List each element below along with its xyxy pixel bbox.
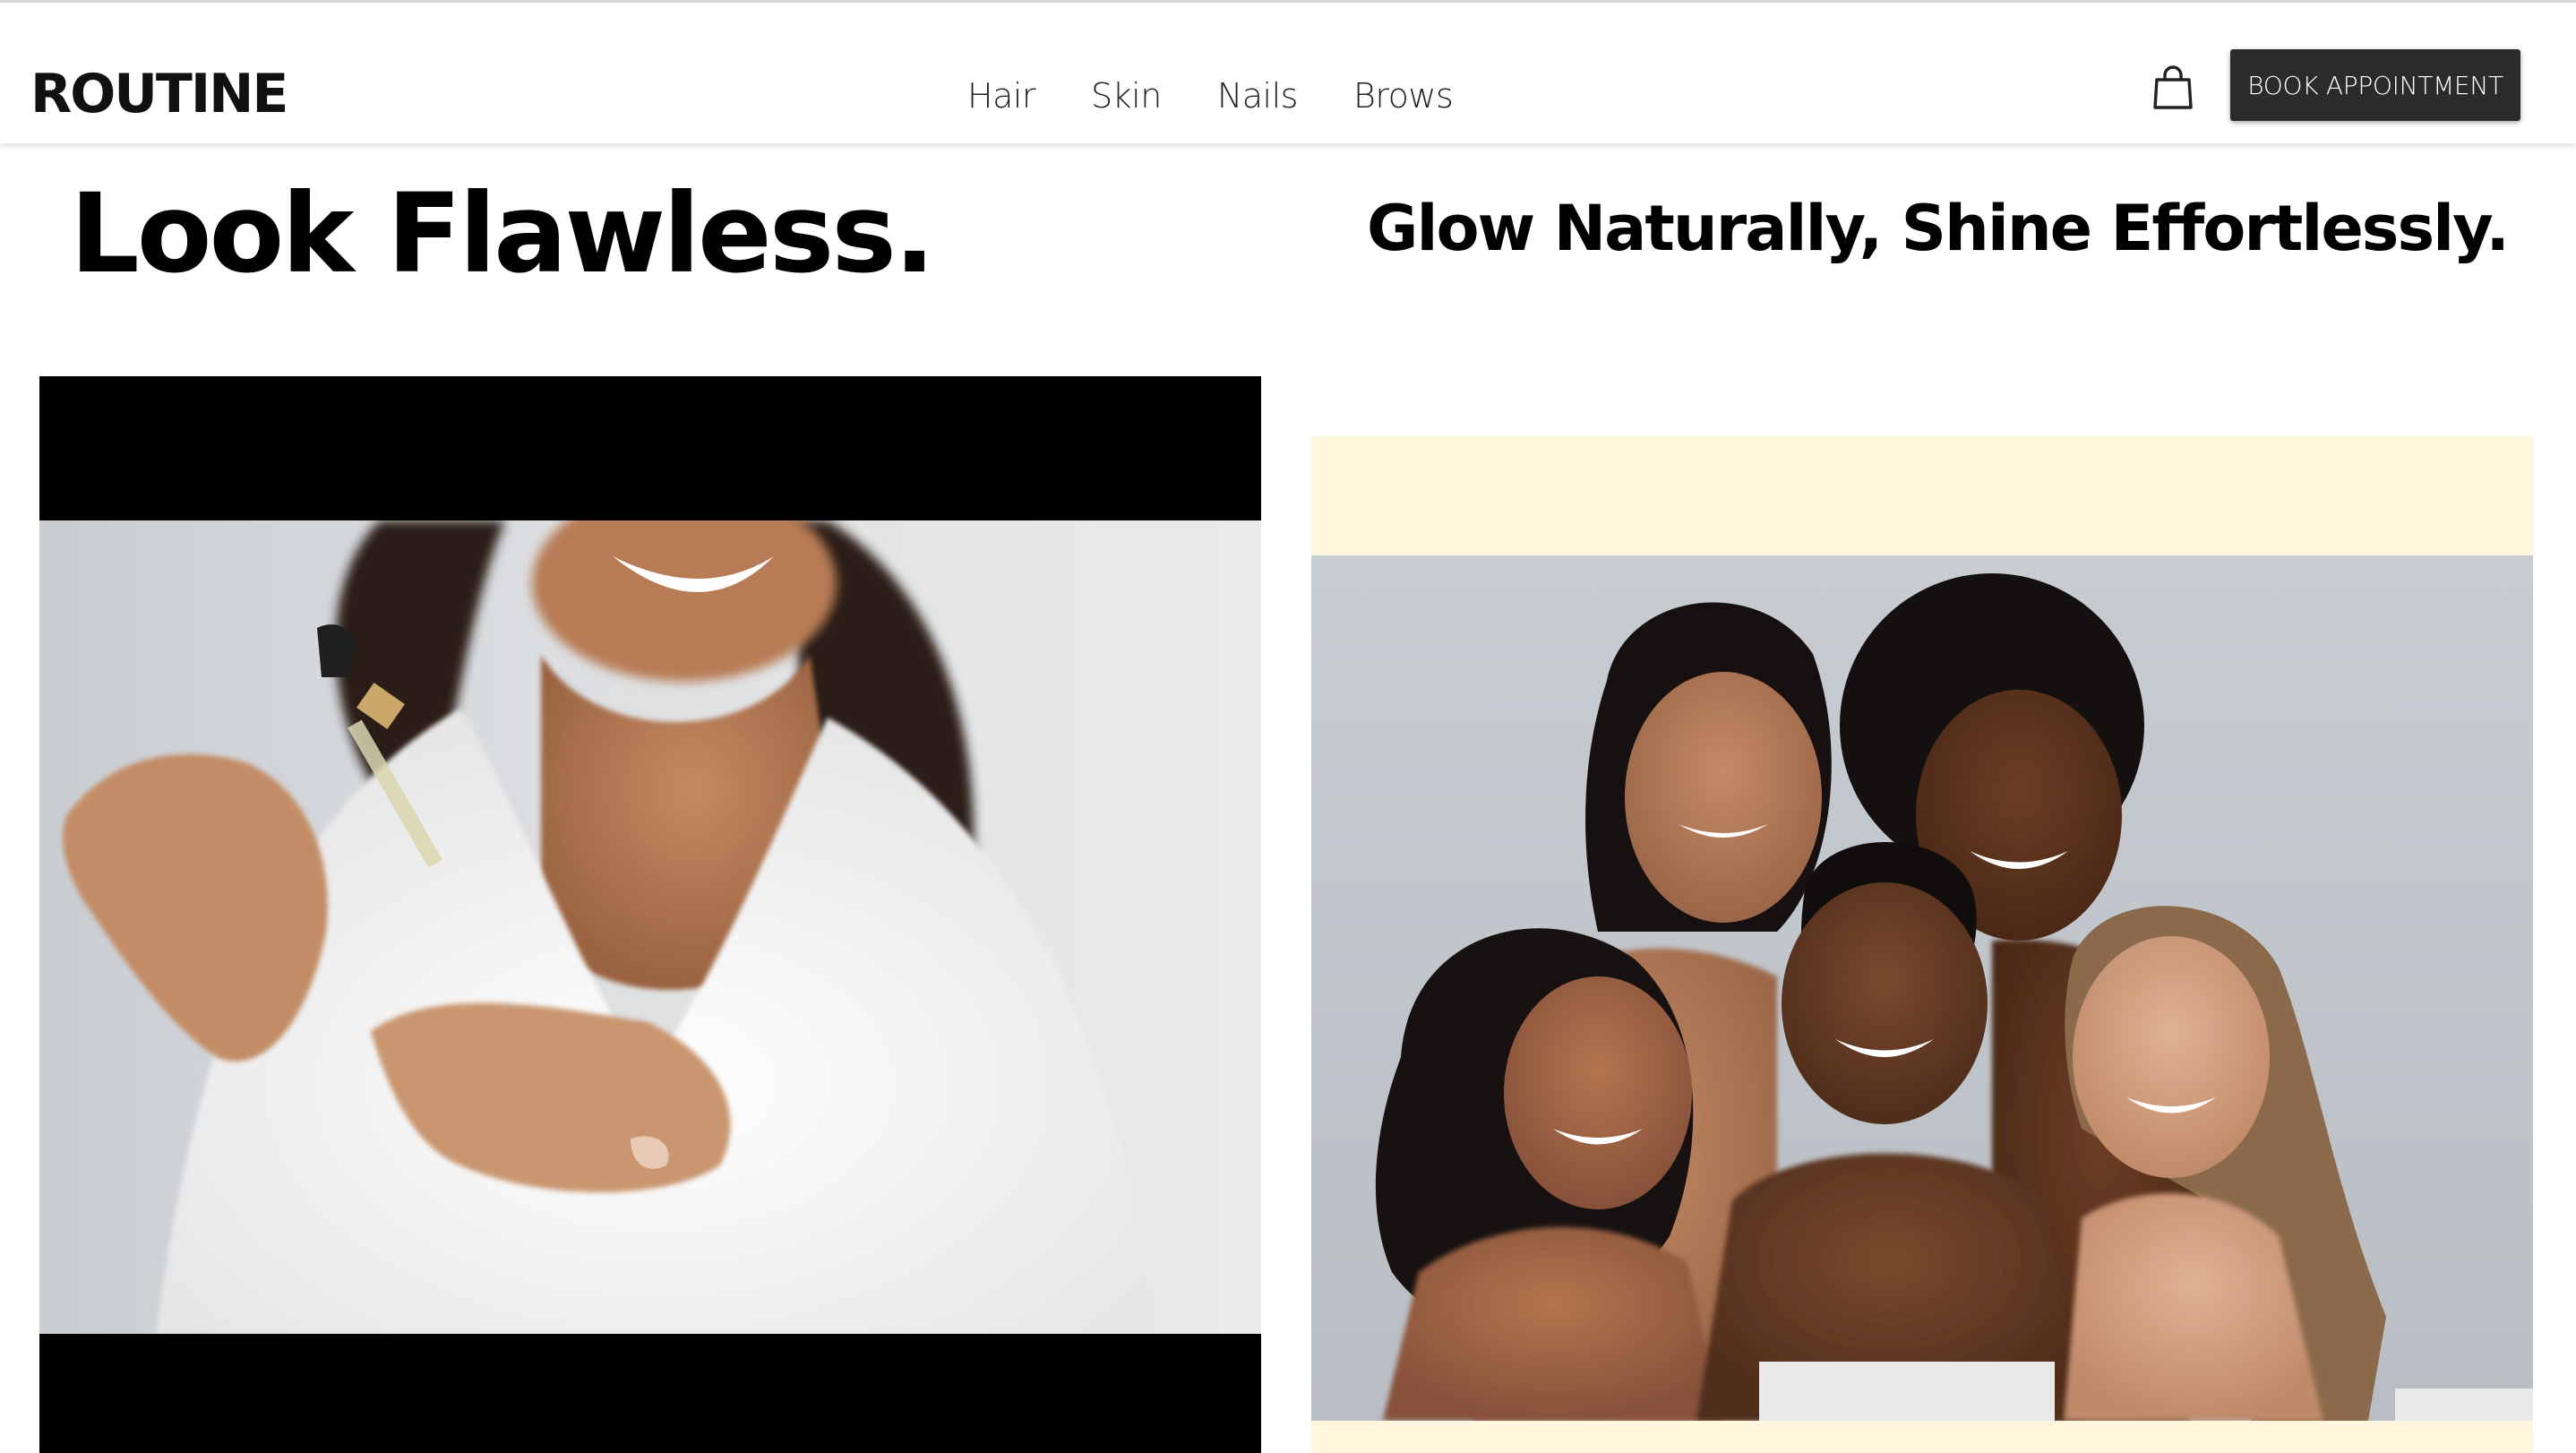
nav-item-skin[interactable]: Skin (1091, 76, 1162, 116)
diverse-women-photo (1311, 555, 2533, 1421)
book-appointment-button[interactable]: BOOK APPOINTMENT (2230, 49, 2520, 121)
serum-dropper-photo (39, 520, 1261, 1334)
nav-item-nails[interactable]: Nails (1217, 76, 1299, 116)
logo-text: ROUTINE (30, 63, 288, 125)
shopping-bag-icon[interactable] (2153, 65, 2193, 110)
nav-item-brows[interactable]: Brows (1353, 76, 1454, 116)
hero-video-panel[interactable] (39, 376, 1261, 1453)
brand-logo[interactable]: ROUTINE (30, 63, 288, 125)
group-photo-panel (1311, 436, 2533, 1453)
nav-item-hair[interactable]: Hair (967, 76, 1036, 116)
site-header: ROUTINE Hair Skin Nails Brows BOOK APPOI… (0, 3, 2576, 143)
hero-right-title: Glow Naturally, Shine Effortlessly. (1367, 192, 2510, 265)
hero-left-title: Look Flawless. (70, 170, 935, 297)
main-nav: Hair Skin Nails Brows (967, 67, 1508, 125)
